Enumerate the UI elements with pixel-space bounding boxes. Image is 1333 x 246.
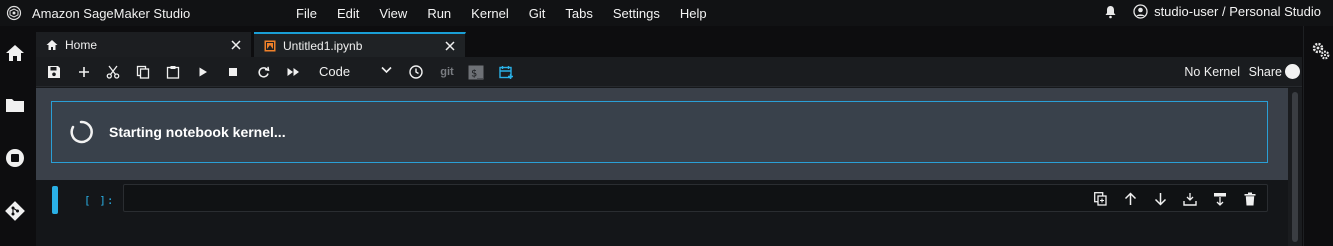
chevron-down-icon[interactable]	[381, 66, 392, 74]
user-area: studio-user / Personal Studio	[1104, 4, 1321, 19]
add-cell-icon[interactable]	[76, 64, 92, 80]
active-cell-indicator	[52, 186, 58, 214]
tab-notebook[interactable]: Untitled1.ipynb	[254, 32, 466, 57]
tab-notebook-label: Untitled1.ipynb	[283, 38, 363, 53]
menu-tabs[interactable]: Tabs	[565, 6, 592, 21]
menu-settings[interactable]: Settings	[613, 6, 660, 21]
delete-cell-icon[interactable]	[1242, 191, 1258, 207]
main-area: Home Untitled1.ipynb Code git $_ No Kern…	[36, 30, 1302, 246]
cell-input-editor[interactable]	[123, 184, 1268, 212]
fast-forward-icon[interactable]	[285, 64, 301, 80]
tab-home[interactable]: Home	[36, 32, 252, 57]
brand: Amazon SageMaker Studio	[6, 3, 190, 23]
clock-icon[interactable]	[408, 64, 424, 80]
app-title: Amazon SageMaker Studio	[32, 5, 191, 21]
move-up-icon[interactable]	[1122, 191, 1138, 207]
git-icon[interactable]	[4, 200, 26, 222]
run-icon[interactable]	[195, 64, 211, 80]
menu-help[interactable]: Help	[680, 6, 707, 21]
user-label[interactable]: studio-user / Personal Studio	[1154, 4, 1321, 19]
sagemaker-logo-icon	[6, 5, 22, 21]
insert-below-icon[interactable]	[1212, 191, 1228, 207]
schedule-icon[interactable]	[498, 64, 514, 80]
paste-icon[interactable]	[165, 64, 181, 80]
scrollbar-thumb[interactable]	[1292, 92, 1298, 242]
tab-home-label: Home	[65, 37, 98, 52]
spinner-icon	[68, 119, 94, 145]
kernel-status-box: Starting notebook kernel...	[51, 101, 1268, 163]
menu-file[interactable]: File	[296, 6, 317, 21]
stop-icon[interactable]	[225, 64, 241, 80]
insert-above-icon[interactable]	[1182, 191, 1198, 207]
copy-icon[interactable]	[135, 64, 151, 80]
duplicate-cell-icon[interactable]	[1092, 191, 1108, 207]
notebook-scrollbar[interactable]	[1288, 88, 1302, 246]
kernel-status-banner: Starting notebook kernel...	[36, 88, 1288, 180]
menu-git[interactable]: Git	[529, 6, 546, 21]
cell-type-select[interactable]: Code	[319, 64, 350, 79]
menu-run[interactable]: Run	[427, 6, 451, 21]
cut-icon[interactable]	[105, 64, 121, 80]
left-sidebar	[0, 26, 31, 246]
save-icon[interactable]	[46, 64, 62, 80]
user-icon[interactable]	[1133, 4, 1148, 19]
notebook-panel: Starting notebook kernel... [ ]:	[36, 88, 1288, 246]
bell-icon[interactable]	[1104, 5, 1117, 19]
terminal-icon[interactable]: $_	[468, 64, 484, 80]
move-down-icon[interactable]	[1152, 191, 1168, 207]
cell-prompt: [ ]:	[84, 194, 115, 207]
menu-view[interactable]: View	[379, 6, 407, 21]
running-kernels-icon[interactable]	[4, 147, 26, 169]
home-icon[interactable]	[4, 42, 26, 64]
folder-icon[interactable]	[4, 94, 26, 116]
share-toggle[interactable]	[1285, 64, 1300, 79]
tab-bar: Home Untitled1.ipynb	[36, 30, 1302, 57]
main-menu: File Edit View Run Kernel Git Tabs Setti…	[296, 6, 727, 21]
git-diff-button[interactable]: git	[436, 64, 458, 80]
restart-icon[interactable]	[255, 64, 271, 80]
share-label[interactable]: Share	[1249, 65, 1282, 79]
close-icon[interactable]	[231, 39, 241, 50]
menu-edit[interactable]: Edit	[337, 6, 359, 21]
home-tab-icon	[46, 39, 58, 51]
close-icon[interactable]	[445, 40, 455, 51]
notebook-toolbar: Code git $_ No Kernel Share	[36, 57, 1302, 87]
top-menu-bar: Amazon SageMaker Studio File Edit View R…	[0, 0, 1333, 26]
code-cell[interactable]: [ ]:	[36, 184, 1288, 216]
notebook-icon	[264, 40, 276, 52]
right-sidebar	[1303, 26, 1333, 246]
property-inspector-gear-icon[interactable]	[1312, 42, 1330, 60]
menu-kernel[interactable]: Kernel	[471, 6, 509, 21]
svg-text:$_: $_	[471, 68, 484, 79]
kernel-status-message: Starting notebook kernel...	[109, 124, 286, 140]
kernel-name[interactable]: No Kernel	[1184, 65, 1240, 79]
